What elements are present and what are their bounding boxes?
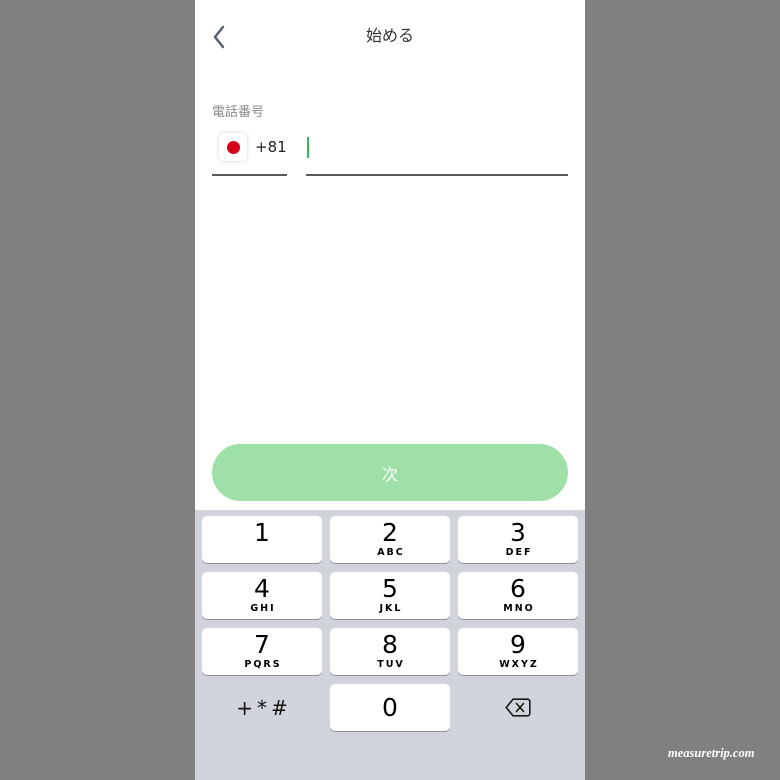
japan-flag-icon xyxy=(219,133,247,161)
key-digit: 7 xyxy=(254,630,270,659)
phone-number-underline xyxy=(306,174,568,176)
key-9[interactable]: 9 WXYZ xyxy=(458,628,578,675)
key-digit: 1 xyxy=(254,518,270,547)
flag-red-circle xyxy=(226,140,240,154)
page-title: 始める xyxy=(365,26,414,45)
key-digit: 9 xyxy=(510,630,526,659)
key-8[interactable]: 8 TUV xyxy=(330,628,450,675)
key-letters: GHI xyxy=(250,603,276,614)
key-3[interactable]: 3 DEF xyxy=(458,516,578,563)
country-code-selector[interactable]: +81 xyxy=(212,128,287,176)
key-4[interactable]: 4 GHI xyxy=(202,572,322,619)
phone-number-label: 電話番号 xyxy=(212,105,265,120)
key-letters: PQRS xyxy=(244,659,282,670)
country-code: +81 xyxy=(255,138,287,156)
key-1[interactable]: 1 xyxy=(202,516,322,563)
key-digit: 6 xyxy=(510,574,526,603)
next-button[interactable]: 次 xyxy=(212,444,568,501)
delete-key[interactable] xyxy=(458,684,578,731)
key-letters: MNO xyxy=(503,603,535,614)
phone-number-field[interactable] xyxy=(306,128,568,176)
key-letters: ABC xyxy=(377,547,405,558)
key-5[interactable]: 5 JKL xyxy=(330,572,450,619)
key-6[interactable]: 6 MNO xyxy=(458,572,578,619)
key-letters: JKL xyxy=(379,603,403,614)
backspace-icon xyxy=(505,698,531,717)
key-digit: 2 xyxy=(382,518,398,547)
phone-number-input[interactable] xyxy=(306,134,568,164)
symbols-key[interactable]: +*# xyxy=(202,684,322,731)
key-letters: DEF xyxy=(505,547,533,558)
key-digit: 3 xyxy=(510,518,526,547)
key-2[interactable]: 2 ABC xyxy=(330,516,450,563)
watermark: measuretrip.com xyxy=(668,746,755,760)
country-code-underline xyxy=(212,174,287,176)
key-digit: 4 xyxy=(254,574,270,603)
key-digit: 5 xyxy=(382,574,398,603)
key-7[interactable]: 7 PQRS xyxy=(202,628,322,675)
text-cursor xyxy=(307,137,309,158)
phone-screen: 始める 電話番号 +81 次 1 2 ABC 3 DEF 4 GHI 5 JKL… xyxy=(195,0,585,780)
key-digit: 0 xyxy=(382,693,398,722)
key-digit: 8 xyxy=(382,630,398,659)
key-letters: TUV xyxy=(377,659,405,670)
key-letters: WXYZ xyxy=(499,659,539,670)
next-button-label: 次 xyxy=(381,464,398,484)
numeric-keyboard: 1 2 ABC 3 DEF 4 GHI 5 JKL 6 MNO 7 PQRS 8… xyxy=(195,510,585,780)
key-0[interactable]: 0 xyxy=(330,684,450,731)
